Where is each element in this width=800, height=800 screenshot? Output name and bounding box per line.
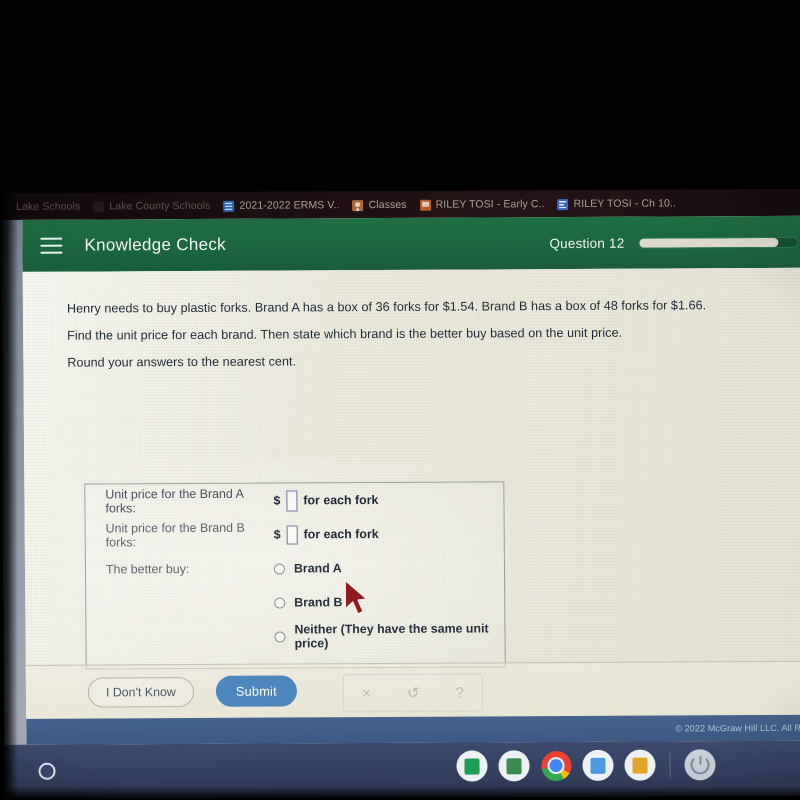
brand-b-price-input[interactable] (286, 524, 298, 545)
question-content: Henry needs to buy plastic forks. Brand … (22, 267, 800, 745)
question-text: Henry needs to buy plastic forks. Brand … (23, 268, 800, 377)
answer-row-brand-b: Unit price for the Brand B forks: $ for … (86, 516, 504, 552)
progress-bar (638, 236, 799, 249)
question-line: Round your answers to the nearest cent. (67, 354, 297, 370)
progress-bar-fill (639, 237, 779, 248)
bookmark-icon (0, 201, 12, 213)
action-bar: I Don't Know Submit (25, 660, 800, 719)
radio-option-brand-a[interactable]: Brand A (273, 561, 342, 576)
radio-option-neither[interactable]: Neither (They have the same unit price) (274, 621, 504, 650)
radio-icon[interactable] (274, 597, 286, 609)
currency-symbol: $ (273, 493, 281, 508)
photograph-of-screen: Lake Schools Lake County Schools 2021-20… (0, 0, 800, 800)
classroom-icon[interactable] (498, 750, 530, 782)
radio-label: Brand A (293, 561, 342, 576)
taskbar (0, 740, 800, 800)
better-buy-row-neither: Neither (They have the same unit price) (86, 618, 504, 654)
brand-b-field-group: $ for each fork (273, 524, 379, 545)
hamburger-icon[interactable] (40, 237, 63, 254)
bookmark-label: Lake Schools (16, 200, 81, 213)
sheets-icon[interactable] (456, 750, 488, 782)
page-title: Knowledge Check (84, 234, 227, 255)
app-header: Knowledge Check Question 12 (22, 215, 800, 272)
bookmark-item[interactable]: Classes (352, 198, 407, 212)
question-line: Find the unit price for each brand. Then… (67, 325, 623, 343)
header-right: Question 12 (549, 234, 799, 251)
currency-symbol: $ (273, 527, 281, 542)
better-buy-label: The better buy: (105, 562, 190, 577)
better-buy-row-b: Brand B (86, 584, 504, 620)
question-line: Henry needs to buy plastic forks. Brand … (66, 298, 707, 316)
i-dont-know-button[interactable]: I Don't Know (87, 676, 194, 708)
row-label: Unit price for the Brand B forks: (105, 520, 245, 550)
bookmark-label: RILEY TOSI - Early C.. (435, 198, 545, 211)
bookmark-label: Lake County Schools (109, 199, 211, 213)
copyright-text: © 2022 McGraw Hill LLC. All Rig (675, 722, 800, 734)
row-suffix: for each fork (303, 527, 379, 542)
grid-icon (223, 200, 235, 212)
radio-label: Neither (They have the same unit price) (294, 621, 489, 651)
radio-option-brand-b[interactable]: Brand B (274, 595, 342, 609)
answer-row-brand-a: Unit price for the Brand A forks: $ for … (85, 482, 503, 518)
chrome-icon[interactable] (540, 750, 572, 781)
bookmark-icon (93, 200, 105, 213)
layout-spacer (106, 637, 274, 638)
radio-label: Brand B (294, 595, 343, 610)
docs-icon (557, 198, 569, 210)
bookmark-item[interactable]: 2021-2022 ERMS V.. (223, 199, 340, 212)
launcher-icon[interactable] (38, 762, 56, 780)
bookmark-label: Classes (368, 198, 407, 212)
brand-a-field-group: $ for each fork (273, 489, 379, 512)
submit-button[interactable]: Submit (215, 675, 297, 707)
row-label: Unit price for the Brand A forks: (105, 486, 244, 516)
bookmark-label: 2021-2022 ERMS V.. (239, 199, 340, 212)
bookmark-label: RILEY TOSI - Ch 10.. (573, 197, 677, 210)
answer-panel: Unit price for the Brand A forks: $ for … (84, 481, 506, 670)
bookmark-item[interactable]: RILEY TOSI - Ch 10.. (557, 197, 677, 210)
taskbar-apps (456, 749, 716, 782)
keep-icon[interactable] (624, 749, 656, 781)
brand-a-price-input[interactable] (286, 489, 298, 512)
docs-icon[interactable] (582, 749, 614, 781)
bookmark-item[interactable]: Lake County Schools (93, 199, 211, 213)
radio-icon[interactable] (273, 563, 286, 575)
copyright-bar: © 2022 McGraw Hill LLC. All Rig (26, 714, 800, 745)
taskbar-separator (669, 751, 671, 778)
bookmark-item[interactable]: RILEY TOSI - Early C.. (419, 198, 545, 211)
row-suffix: for each fork (303, 493, 379, 508)
laptop-screen: Lake Schools Lake County Schools 2021-20… (0, 188, 800, 800)
slides-icon (419, 199, 431, 211)
question-counter: Question 12 (549, 235, 625, 251)
knowledge-check-page: Knowledge Check Question 12 Henry needs … (22, 215, 800, 745)
classroom-icon (352, 199, 364, 211)
power-icon[interactable] (684, 749, 716, 781)
radio-icon[interactable] (274, 631, 286, 643)
better-buy-row-a: The better buy: Brand A (86, 550, 504, 586)
bookmark-item[interactable]: Lake Schools (0, 201, 80, 213)
layout-spacer (106, 603, 274, 604)
